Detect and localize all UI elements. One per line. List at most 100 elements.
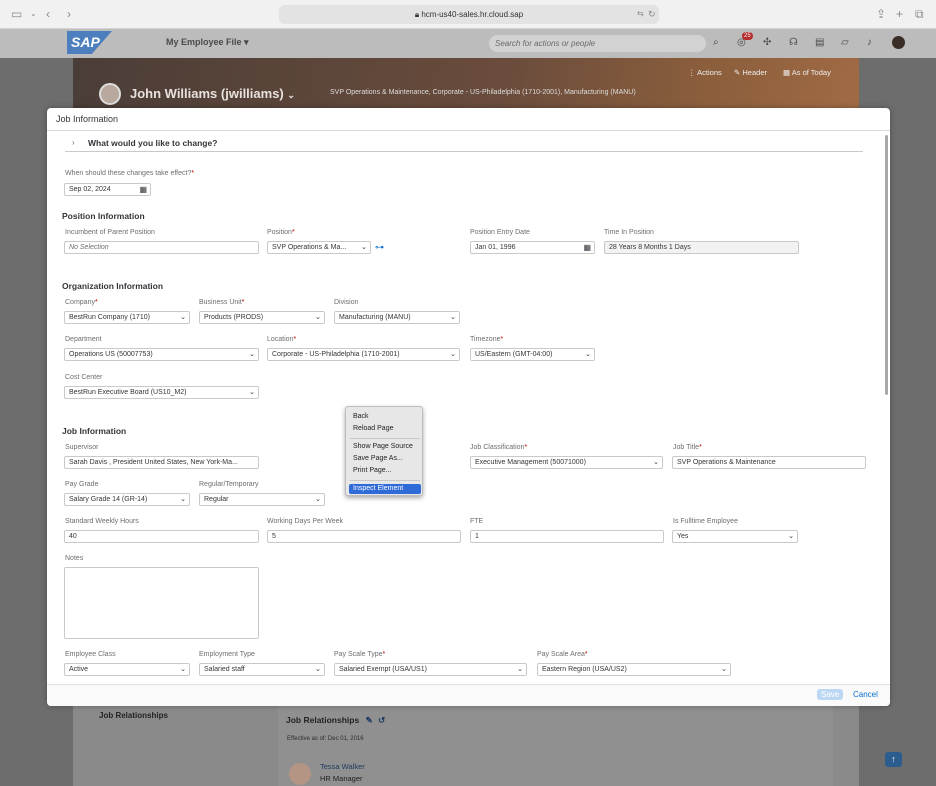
history-icon[interactable]: ↺ <box>378 715 385 725</box>
incumbent-input[interactable]: No Selection <box>64 241 259 254</box>
position-select[interactable]: SVP Operations & Ma... ⌄ <box>267 241 371 254</box>
as-of-today-button[interactable]: ▦ As of Today <box>783 68 831 77</box>
chevron-down-icon[interactable]: ⌄ <box>30 8 37 20</box>
effective-date-picker[interactable]: Sep 02, 2024 ▦ <box>64 183 151 196</box>
shell-bar: SAP My Employee File ▾ Search for action… <box>0 29 936 58</box>
sidebar-toggle-icon[interactable]: ▭ <box>11 8 22 20</box>
pay-scale-type-select[interactable]: Salaried Exempt (USA/US1) ⌄ <box>334 663 527 676</box>
caret-down-icon: ▾ <box>244 37 249 47</box>
person-role: HR Manager <box>320 774 363 783</box>
app-title-menu[interactable]: My Employee File ▾ <box>166 37 249 48</box>
timezone-select[interactable]: US/Eastern (GMT-04:00) ⌄ <box>470 348 595 361</box>
menu-item-save-as[interactable]: Save Page As... <box>353 455 403 462</box>
employment-type-select[interactable]: Salaried staff ⌄ <box>199 663 325 676</box>
chevron-down-icon: ⌄ <box>315 314 321 321</box>
division-select[interactable]: Manufacturing (MANU) ⌄ <box>334 311 460 324</box>
fulltime-select[interactable]: Yes ⌄ <box>672 530 798 543</box>
dialog-footer: Save Cancel <box>47 684 890 706</box>
translate-icon[interactable]: ⇆ <box>637 8 644 20</box>
organization-section-title: Organization Information <box>62 281 164 291</box>
product-switch-icon[interactable]: ▤ <box>815 37 824 49</box>
change-panel[interactable]: › What would you like to change? <box>65 136 863 152</box>
menu-item-page-source[interactable]: Show Page Source <box>353 443 413 450</box>
org-chart-icon[interactable]: ⊶ <box>375 242 384 253</box>
pay-grade-select[interactable]: Salary Grade 14 (GR-14) ⌄ <box>64 493 190 506</box>
calendar-icon[interactable]: ▦ <box>139 184 147 195</box>
division-label: Division <box>334 299 359 306</box>
business-unit-select[interactable]: Products (PRODS) ⌄ <box>199 311 325 324</box>
chevron-down-icon: ⌄ <box>450 351 456 358</box>
joule-icon[interactable]: ✣ <box>763 37 771 49</box>
chevron-down-icon: ⌄ <box>721 666 727 673</box>
employment-type-label: Employment Type <box>199 651 255 658</box>
pay-grade-label: Pay Grade <box>65 481 99 488</box>
address-bar[interactable]: 🔒︎ hcm-us40-sales.hr.cloud.sap <box>279 5 659 24</box>
job-section-title: Job Information <box>62 426 127 436</box>
incumbent-label: Incumbent of Parent Position <box>65 229 155 236</box>
tabs-overview-icon[interactable]: ⧉ <box>915 8 924 20</box>
dialog-header: Job Information <box>47 108 890 131</box>
location-select[interactable]: Corporate - US-Philadelphia (1710-2001) ⌄ <box>267 348 460 361</box>
chevron-down-icon: ⌄ <box>517 666 523 673</box>
header-button[interactable]: ✎ Header <box>734 68 767 77</box>
headset-icon[interactable]: ☊ <box>789 37 798 49</box>
timezone-label: Timezone* <box>470 336 504 343</box>
url-text: hcm-us40-sales.hr.cloud.sap <box>421 10 524 19</box>
weekly-hours-input[interactable]: 40 <box>64 530 259 543</box>
job-relationships-title: Job Relationships ✎ ↺ <box>286 715 386 725</box>
employee-class-label: Employee Class <box>65 651 116 658</box>
pencil-icon: ✎ <box>734 68 741 77</box>
new-tab-icon[interactable]: + <box>896 8 903 20</box>
menu-item-back[interactable]: Back <box>353 413 369 420</box>
menu-item-inspect[interactable]: Inspect Element <box>353 485 403 492</box>
notes-textarea[interactable] <box>64 567 259 639</box>
feedback-icon[interactable]: ▱ <box>841 37 849 49</box>
context-menu: Back Reload Page Show Page Source Save P… <box>345 406 423 496</box>
company-select[interactable]: BestRun Company (1710) ⌄ <box>64 311 190 324</box>
search-input[interactable]: Search for actions or people <box>489 35 706 52</box>
menu-item-print[interactable]: Print Page... <box>353 467 392 474</box>
job-classification-select[interactable]: Executive Management (50071000) ⌄ <box>470 456 663 469</box>
search-icon[interactable]: ⌕ <box>713 37 719 49</box>
person-name-link[interactable]: Tessa Walker <box>320 762 365 771</box>
employee-class-select[interactable]: Active ⌄ <box>64 663 190 676</box>
chevron-down-icon: ⌄ <box>249 389 255 396</box>
dialog-scrollbar[interactable] <box>885 135 888 395</box>
pay-scale-type-label: Pay Scale Type* <box>334 651 386 658</box>
working-days-label: Working Days Per Week <box>267 518 343 525</box>
share-icon[interactable]: ⇪ <box>876 8 886 20</box>
job-title-input[interactable]: SVP Operations & Maintenance <box>672 456 866 469</box>
position-section-title: Position Information <box>62 211 145 221</box>
bell-icon[interactable]: ♪ <box>867 37 872 49</box>
cancel-button[interactable]: Cancel <box>853 690 878 699</box>
fte-input[interactable]: 1 <box>470 530 664 543</box>
company-label: Company* <box>65 299 98 306</box>
chevron-right-icon: › <box>72 138 75 147</box>
scroll-to-top-button[interactable]: ↑ <box>885 752 902 767</box>
forward-arrow-icon[interactable]: › <box>67 8 71 20</box>
regular-temporary-select[interactable]: Regular ⌄ <box>199 493 325 506</box>
time-in-position-label: Time In Position <box>604 229 654 236</box>
position-entry-date-picker[interactable]: Jan 01, 1996 ▦ <box>470 241 595 254</box>
cost-center-select[interactable]: BestRun Executive Board (US10_M2) ⌄ <box>64 386 259 399</box>
supervisor-label: Supervisor <box>65 444 99 451</box>
sap-logo[interactable]: SAP <box>67 31 112 54</box>
lock-icon: 🔒︎ <box>414 10 420 19</box>
calendar-icon[interactable]: ▦ <box>583 242 591 253</box>
back-arrow-icon[interactable]: ‹ <box>46 8 50 20</box>
more-icon: ⋮ <box>688 68 696 77</box>
actions-button[interactable]: ⋮ Actions <box>688 68 722 77</box>
reload-icon[interactable]: ↻ <box>648 8 656 20</box>
dialog-title: Job Information <box>56 114 119 124</box>
pencil-icon[interactable]: ✎ <box>366 715 373 725</box>
working-days-input[interactable]: 5 <box>267 530 461 543</box>
employee-name-menu[interactable]: John Williams (jwilliams) ⌄ <box>130 86 295 101</box>
chevron-down-icon: ⌄ <box>287 90 295 100</box>
user-avatar[interactable] <box>892 36 905 49</box>
department-select[interactable]: Operations US (50007753) ⌄ <box>64 348 259 361</box>
pay-scale-area-select[interactable]: Eastern Region (USA/US2) ⌄ <box>537 663 731 676</box>
job-relationships-nav-title[interactable]: Job Relationships <box>99 711 168 720</box>
save-button[interactable]: Save <box>817 689 844 700</box>
supervisor-input[interactable]: Sarah Davis , President United States, N… <box>64 456 259 469</box>
menu-item-reload[interactable]: Reload Page <box>353 425 393 432</box>
